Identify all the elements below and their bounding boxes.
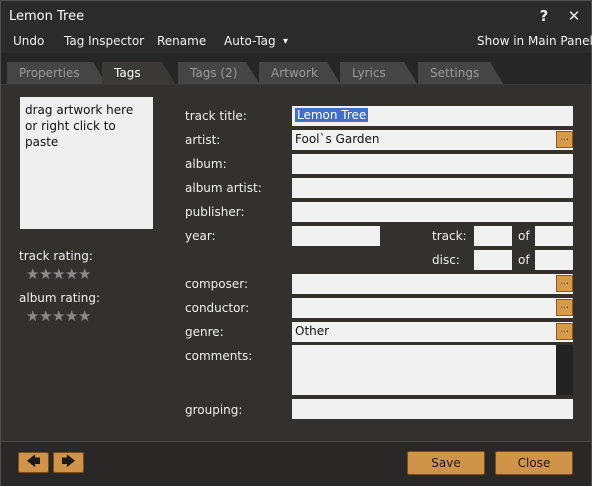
- composer-input[interactable]: [292, 274, 573, 294]
- tab-tags-2[interactable]: Tags (2): [178, 62, 260, 85]
- arrow-right-icon: 🡆: [61, 454, 76, 470]
- track-of-label: of: [518, 229, 530, 243]
- tag-editor-window: Lemon Tree ? ✕ Undo Tag Inspector Rename…: [0, 0, 592, 486]
- tab-artwork[interactable]: Artwork: [259, 62, 341, 85]
- album-artist-input[interactable]: [292, 178, 573, 198]
- menu-bar: Undo Tag Inspector Rename Auto-Tag ▾ Sho…: [1, 31, 592, 53]
- star-icon[interactable]: ★: [78, 265, 91, 283]
- chevron-down-icon[interactable]: ▾: [283, 36, 288, 47]
- track-rating-label: track rating:: [19, 249, 93, 263]
- tab-tags[interactable]: Tags: [102, 62, 176, 85]
- menu-auto-tag[interactable]: Auto-Tag: [224, 34, 276, 48]
- album-label: album:: [185, 157, 227, 171]
- tab-lyrics[interactable]: Lyrics: [340, 62, 418, 85]
- star-icon[interactable]: ★: [65, 307, 78, 325]
- star-icon[interactable]: ★: [26, 307, 39, 325]
- disc-number-input[interactable]: [474, 250, 512, 270]
- arrow-left-icon: 🡄: [26, 454, 41, 470]
- year-input[interactable]: [292, 226, 380, 246]
- track-number-label: track:: [432, 229, 467, 243]
- star-icon[interactable]: ★: [65, 265, 78, 283]
- close-button[interactable]: Close: [495, 451, 573, 475]
- track-total-input[interactable]: [535, 226, 573, 246]
- tab-settings[interactable]: Settings: [418, 62, 504, 85]
- conductor-label: conductor:: [185, 301, 250, 315]
- star-icon[interactable]: ★: [26, 265, 39, 283]
- track-rating-stars[interactable]: ★★★★★: [26, 265, 91, 283]
- track-title-value: Lemon Tree: [295, 108, 369, 122]
- help-icon[interactable]: ?: [534, 6, 554, 26]
- composer-picker-button[interactable]: ...: [556, 275, 573, 292]
- year-label: year:: [185, 229, 216, 243]
- window-title: Lemon Tree: [9, 9, 85, 24]
- album-artist-label: album artist:: [185, 181, 262, 195]
- comments-label: comments:: [185, 349, 253, 363]
- album-input[interactable]: [292, 154, 573, 174]
- star-icon[interactable]: ★: [39, 307, 52, 325]
- menu-tag-inspector[interactable]: Tag Inspector: [64, 34, 144, 48]
- composer-label: composer:: [185, 277, 248, 291]
- track-title-input[interactable]: Lemon Tree: [292, 106, 573, 126]
- publisher-label: publisher:: [185, 205, 245, 219]
- tab-strip: Properties Tags Tags (2) Artwork Lyrics …: [1, 53, 591, 85]
- star-icon[interactable]: ★: [39, 265, 52, 283]
- menu-show-in-main-panel[interactable]: Show in Main Panel: [477, 34, 592, 48]
- album-rating-stars[interactable]: ★★★★★: [26, 307, 91, 325]
- genre-input[interactable]: Other: [292, 322, 573, 342]
- title-bar: Lemon Tree ? ✕: [1, 1, 591, 31]
- track-number-input[interactable]: [474, 226, 512, 246]
- publisher-input[interactable]: [292, 202, 573, 222]
- conductor-input[interactable]: [292, 298, 573, 318]
- grouping-label: grouping:: [185, 403, 243, 417]
- menu-undo[interactable]: Undo: [13, 34, 44, 48]
- close-icon[interactable]: ✕: [564, 6, 584, 26]
- conductor-picker-button[interactable]: ...: [556, 299, 573, 316]
- artist-input[interactable]: Fool`s Garden: [292, 130, 573, 150]
- comments-textarea[interactable]: [292, 345, 556, 395]
- grouping-input[interactable]: [292, 399, 573, 419]
- artist-label: artist:: [185, 133, 221, 147]
- star-icon[interactable]: ★: [78, 307, 91, 325]
- star-icon[interactable]: ★: [52, 265, 65, 283]
- next-track-button[interactable]: 🡆: [53, 452, 84, 473]
- artist-picker-button[interactable]: ...: [556, 131, 573, 148]
- genre-picker-button[interactable]: ...: [556, 323, 573, 340]
- save-button[interactable]: Save: [407, 451, 485, 475]
- track-title-label: track title:: [185, 109, 247, 123]
- comments-scrollbar[interactable]: [556, 345, 573, 395]
- disc-number-label: disc:: [432, 253, 460, 267]
- disc-total-input[interactable]: [535, 250, 573, 270]
- previous-track-button[interactable]: 🡄: [18, 452, 49, 473]
- genre-label: genre:: [185, 325, 224, 339]
- album-rating-label: album rating:: [19, 291, 101, 305]
- tab-properties[interactable]: Properties: [7, 62, 107, 85]
- menu-rename[interactable]: Rename: [157, 34, 206, 48]
- star-icon[interactable]: ★: [52, 307, 65, 325]
- artwork-drop-area[interactable]: drag artwork here or right click to past…: [20, 97, 153, 229]
- disc-of-label: of: [518, 253, 530, 267]
